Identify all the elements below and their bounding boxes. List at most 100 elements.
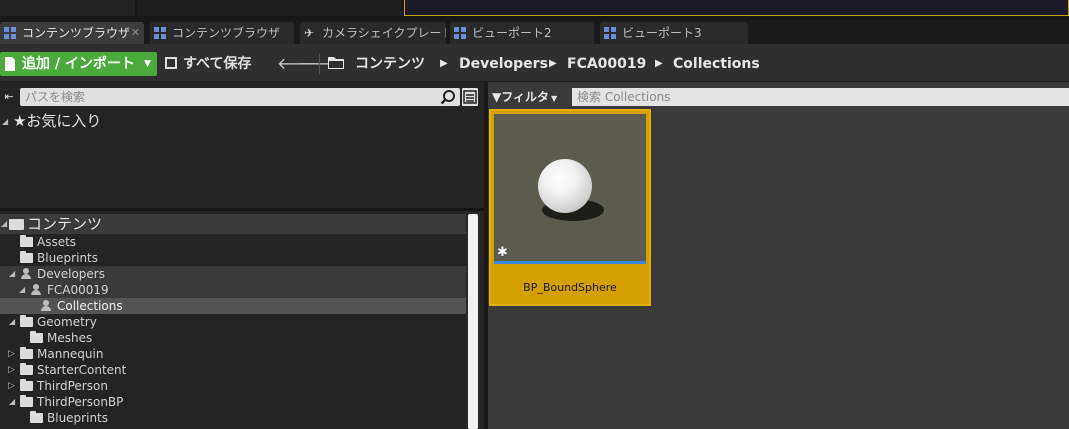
viewport-icon <box>604 27 617 39</box>
viewport-preview <box>404 0 1069 16</box>
tab-label: コンテンツブラウザ <box>22 26 131 40</box>
top-panel-left <box>0 0 135 16</box>
tree-item-geometry[interactable]: ◢ Geometry <box>0 314 466 330</box>
tab-label: コンテンツブラウザ <box>172 26 281 40</box>
tab-viewport-3[interactable]: ビューポート3 <box>600 22 748 44</box>
folder-icon <box>20 251 33 263</box>
tab-bar: コンテンツブラウザ ✕ コンテンツブラウザ ✈ カメラシェイクプレート ビューポ… <box>0 20 1069 44</box>
filter-button[interactable]: ▼フィルタ ▼ <box>492 88 557 106</box>
save-icon <box>165 57 177 69</box>
expand-arrow-icon[interactable]: ◢ <box>9 266 15 282</box>
breadcrumb-chevron-icon[interactable]: ▶ <box>440 52 448 76</box>
breadcrumb-content[interactable]: コンテンツ <box>355 52 425 76</box>
content-browser-icon <box>154 27 167 39</box>
tree-item-startercontent[interactable]: ▷ StarterContent <box>0 362 466 378</box>
tree-item-label: FCA00019 <box>47 283 109 297</box>
panel-divider[interactable] <box>0 208 484 211</box>
user-folder-icon <box>30 284 42 296</box>
folder-icon <box>20 379 33 391</box>
favorites-header[interactable]: ◢ ★お気に入り <box>2 110 101 131</box>
tree-item-mannequin[interactable]: ▷ Mannequin <box>0 346 466 362</box>
asset-type-bar <box>494 261 646 264</box>
folder-icon <box>20 347 33 359</box>
collapsed-arrow-icon[interactable]: ▷ <box>8 378 15 394</box>
tree-item-blueprints[interactable]: Blueprints <box>0 250 466 266</box>
breadcrumb-chevron-icon[interactable]: ▶ <box>655 52 663 76</box>
tree-item-label: StarterContent <box>37 363 127 377</box>
path-search-input[interactable] <box>20 88 435 106</box>
search-icon[interactable] <box>440 89 456 105</box>
close-icon[interactable]: ✕ <box>131 22 140 44</box>
folder-tree: Assets Blueprints ◢ Developers ◢ FCA0001… <box>0 212 466 429</box>
asset-search-box[interactable] <box>572 88 1069 106</box>
breadcrumb-developers[interactable]: Developers <box>459 52 548 76</box>
tab-content-browser-1[interactable]: コンテンツブラウザ ✕ <box>0 22 144 44</box>
collapse-sources-icon[interactable]: ⇤ <box>0 88 18 106</box>
content-browser-icon <box>4 27 17 39</box>
modified-asterisk-icon: ✱ <box>497 245 508 260</box>
tab-label: ビューポート3 <box>622 26 702 40</box>
folder-icon <box>30 411 43 423</box>
folder-open-icon <box>20 315 33 327</box>
asset-search-input[interactable] <box>572 88 1067 106</box>
folder-icon <box>30 331 43 343</box>
filter-label: フィルタ <box>501 90 549 104</box>
tab-content-browser-2[interactable]: コンテンツブラウザ <box>150 22 294 44</box>
filter-icon: ▼ <box>492 90 502 104</box>
tree-item-thirdpersonbp-blueprints[interactable]: Blueprints <box>0 410 466 426</box>
tree-item-label: Geometry <box>37 315 97 329</box>
tab-label: カメラシェイクプレート <box>322 26 446 40</box>
expand-arrow-icon[interactable]: ◢ <box>9 314 15 330</box>
add-import-button[interactable]: 追加 / インポート ▼ <box>0 52 157 76</box>
folder-icon <box>20 363 33 375</box>
tree-item-label: Blueprints <box>37 251 99 265</box>
favorites-label: お気に入り <box>26 112 102 130</box>
collapsed-arrow-icon[interactable]: ▷ <box>8 362 15 378</box>
asset-name: BP_BoundSphere <box>523 281 617 294</box>
tree-item-assets[interactable]: Assets <box>0 234 466 250</box>
tree-item-thirdperson[interactable]: ▷ ThirdPerson <box>0 378 466 394</box>
tree-item-label: ThirdPerson <box>37 379 108 393</box>
viewport-icon <box>454 27 467 39</box>
tab-label: ビューポート2 <box>472 26 552 40</box>
tree-item-label: Mannequin <box>37 347 104 361</box>
sphere-preview <box>538 159 592 213</box>
tree-item-label: Assets <box>37 235 77 249</box>
collapsed-arrow-icon[interactable]: ▷ <box>8 346 15 362</box>
tree-item-label: Meshes <box>47 331 93 345</box>
expand-arrow-icon[interactable]: ◢ <box>2 117 8 126</box>
toolbar-divider <box>319 54 320 74</box>
add-import-label: 追加 / インポート <box>22 56 135 72</box>
user-folder-icon <box>20 268 32 280</box>
asset-thumbnail[interactable]: ✱ <box>494 114 646 264</box>
folder-icon <box>20 235 33 247</box>
tab-camera-shake[interactable]: ✈ カメラシェイクプレート <box>300 22 446 44</box>
tree-item-label: Blueprints <box>47 411 109 425</box>
camera-shake-icon: ✈ <box>304 26 315 40</box>
star-icon: ★ <box>12 112 27 130</box>
expand-arrow-icon[interactable]: ◢ <box>9 394 15 410</box>
tree-item-label: Developers <box>37 267 105 281</box>
save-all-label: すべて保存 <box>183 56 252 72</box>
new-file-icon <box>5 57 15 71</box>
save-all-button[interactable]: すべて保存 <box>165 52 251 76</box>
path-view-options-icon[interactable] <box>462 88 478 106</box>
expand-arrow-icon[interactable]: ◢ <box>19 282 25 298</box>
tree-item-label: Collections <box>57 299 123 313</box>
breadcrumb-fca00019[interactable]: FCA00019 <box>567 52 646 76</box>
tree-scrollbar-thumb[interactable] <box>468 214 478 429</box>
breadcrumb-chevron-icon[interactable]: ▶ <box>549 52 557 76</box>
tree-item-developers[interactable]: ◢ Developers <box>0 266 466 282</box>
path-search-box[interactable] <box>20 88 460 106</box>
tree-item-meshes[interactable]: Meshes <box>0 330 466 346</box>
top-panel-strip <box>0 0 1069 20</box>
chevron-down-icon: ▼ <box>551 94 558 103</box>
tree-item-thirdpersonbp[interactable]: ◢ ThirdPersonBP <box>0 394 466 410</box>
tab-viewport-2[interactable]: ビューポート2 <box>450 22 594 44</box>
top-panel-middle <box>137 0 402 16</box>
tree-item-fca00019[interactable]: ◢ FCA00019 <box>0 282 466 298</box>
tree-item-collections[interactable]: Collections <box>0 298 466 314</box>
folder-open-icon <box>20 395 33 407</box>
breadcrumb-collections[interactable]: Collections <box>673 52 760 76</box>
chevron-down-icon: ▼ <box>144 59 151 69</box>
